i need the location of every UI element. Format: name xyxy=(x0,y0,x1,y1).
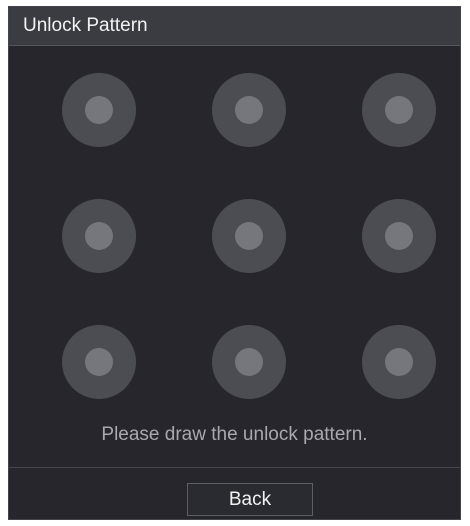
pattern-node-icon xyxy=(85,222,113,250)
footer-divider xyxy=(9,467,460,468)
unlock-pattern-dialog: Unlock Pattern Please draw the unlock pa… xyxy=(8,6,461,520)
pattern-node-icon xyxy=(85,96,113,124)
pattern-node-icon xyxy=(385,96,413,124)
dialog-title: Unlock Pattern xyxy=(23,15,148,36)
pattern-grid[interactable] xyxy=(9,46,460,406)
pattern-node-icon xyxy=(235,348,263,376)
pattern-node-6[interactable] xyxy=(362,199,436,273)
pattern-node-icon xyxy=(235,222,263,250)
pattern-node-icon xyxy=(85,348,113,376)
pattern-node-3[interactable] xyxy=(362,73,436,147)
pattern-node-9[interactable] xyxy=(362,325,436,399)
pattern-node-icon xyxy=(385,222,413,250)
pattern-node-4[interactable] xyxy=(62,199,136,273)
pattern-node-icon xyxy=(235,96,263,124)
pattern-node-2[interactable] xyxy=(212,73,286,147)
pattern-node-7[interactable] xyxy=(62,325,136,399)
pattern-hint-text: Please draw the unlock pattern. xyxy=(101,424,368,445)
pattern-node-1[interactable] xyxy=(62,73,136,147)
pattern-node-icon xyxy=(385,348,413,376)
pattern-node-8[interactable] xyxy=(212,325,286,399)
pattern-node-5[interactable] xyxy=(212,199,286,273)
back-button[interactable]: Back xyxy=(187,483,313,516)
title-bar: Unlock Pattern xyxy=(9,7,460,46)
